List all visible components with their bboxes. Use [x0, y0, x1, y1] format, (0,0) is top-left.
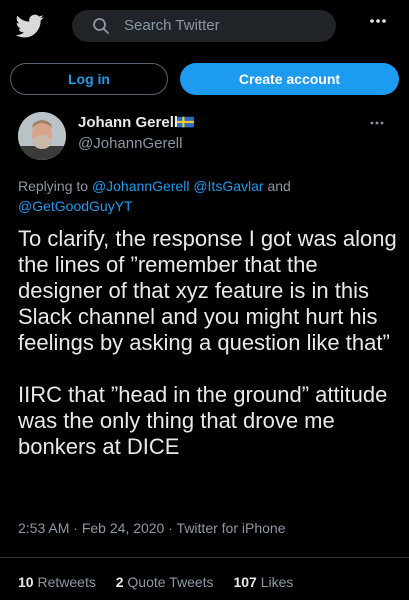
login-button[interactable]: Log in: [10, 63, 168, 95]
avatar-image: [18, 112, 66, 160]
tweet-paragraph: To clarify, the response I got was along…: [18, 226, 397, 355]
replying-to-label: Replying to: [18, 178, 89, 194]
tweet-more-icon[interactable]: [370, 121, 384, 125]
divider: [0, 557, 409, 558]
retweets-stat[interactable]: 10 Retweets: [18, 574, 96, 590]
mention-link[interactable]: @GetGoodGuyYT: [18, 198, 133, 214]
replying-and: and: [267, 178, 291, 194]
create-account-button[interactable]: Create account: [180, 63, 399, 95]
meta-dot: ·: [168, 520, 173, 536]
tweet-paragraph: IIRC that ”head in the ground” attitude …: [18, 382, 388, 459]
author-handle[interactable]: @JohannGerell: [78, 135, 182, 152]
quote-tweets-label: Quote Tweets: [127, 574, 214, 590]
meta-dot: ·: [73, 520, 78, 536]
retweets-count: 10: [18, 574, 34, 590]
tweet-meta: 2:53 AM · Feb 24, 2020 · Twitter for iPh…: [18, 520, 285, 536]
tweet-stats: 10 Retweets 2 Quote Tweets 107 Likes: [18, 574, 309, 590]
likes-stat[interactable]: 107 Likes: [233, 574, 293, 590]
mention-link[interactable]: @ItsGavlar: [193, 178, 263, 194]
tweet-time[interactable]: 2:53 AM: [18, 520, 69, 536]
tweet-source[interactable]: Twitter for iPhone: [177, 520, 286, 536]
retweets-label: Retweets: [37, 574, 96, 590]
search-icon: [93, 18, 109, 34]
top-bar: Search Twitter: [0, 0, 409, 54]
replying-to: Replying to @JohannGerell @ItsGavlar and…: [18, 176, 388, 216]
mention-link[interactable]: @JohannGerell: [92, 178, 190, 194]
sweden-flag-icon: [177, 116, 194, 128]
quote-tweets-count: 2: [115, 574, 124, 590]
quote-tweets-stat[interactable]: 2 Quote Tweets: [116, 574, 214, 590]
more-horizontal-icon[interactable]: [370, 18, 386, 24]
twitter-bird-icon[interactable]: [16, 12, 44, 40]
avatar[interactable]: [18, 112, 66, 160]
author-name[interactable]: Johann Gerell: [78, 114, 178, 131]
search-bar[interactable]: Search Twitter: [72, 10, 336, 42]
likes-count: 107: [233, 574, 257, 590]
tweet-text: To clarify, the response I got was along…: [18, 226, 398, 486]
tweet-date[interactable]: Feb 24, 2020: [82, 520, 165, 536]
search-placeholder[interactable]: Search Twitter: [124, 17, 220, 34]
likes-label: Likes: [260, 574, 294, 590]
